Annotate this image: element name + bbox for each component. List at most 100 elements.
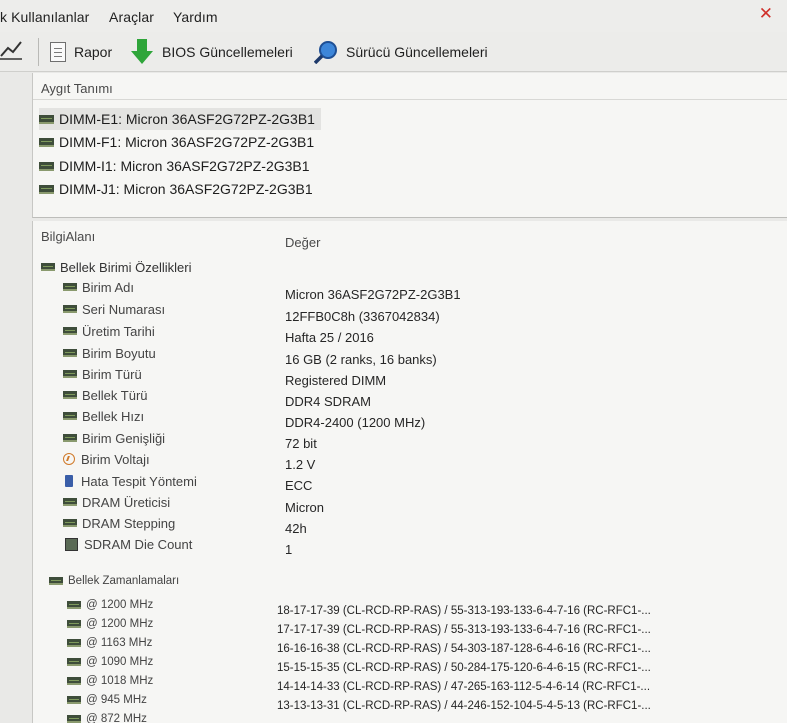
property-value: 1	[285, 541, 293, 557]
property-row[interactable]: Hata Tespit Yöntemi	[65, 471, 197, 491]
property-row[interactable]: Birim Genişliği	[63, 428, 165, 448]
property-value: Micron	[285, 499, 325, 515]
memory-module-icon	[63, 349, 77, 357]
bios-updates-button[interactable]: BIOS Güncellemeleri	[130, 39, 293, 64]
memory-module-icon	[67, 620, 81, 628]
property-value: 16 GB (2 ranks, 16 banks)	[285, 351, 437, 367]
property-label: Birim Genişliği	[82, 430, 166, 446]
device-item-dimm-e1[interactable]: DIMM-E1: Micron 36ASF2G72PZ-2G3B1	[39, 108, 321, 130]
timing-value: 16-16-16-38 (CL-RCD-RP-RAS) / 54-303-187…	[277, 643, 651, 655]
report-document-icon	[50, 42, 66, 62]
property-label: Birim Türü	[82, 366, 142, 382]
device-item-dimm-f1[interactable]: DIMM-F1: Micron 36ASF2G72PZ-2G3B1	[39, 131, 320, 153]
property-label: Üretim Tarihi	[82, 323, 155, 339]
timing-row[interactable]: @ 1200 MHz	[67, 595, 153, 615]
property-label: Birim Voltajı	[81, 451, 150, 467]
property-label: Hata Tespit Yöntemi	[81, 473, 197, 489]
device-list-panel: Aygıt Tanımı DIMM-E1: Micron 36ASF2G72PZ…	[32, 73, 787, 218]
report-button-label: Rapor	[74, 44, 113, 60]
property-label: Birim Boyutu	[82, 345, 156, 361]
property-row[interactable]: Üretim Tarihi	[63, 321, 155, 341]
toolbar-separator	[38, 38, 39, 66]
timing-label: @ 1018 MHz	[86, 675, 154, 687]
section-memory-module-properties[interactable]: Bellek Birimi Özellikleri	[41, 257, 191, 277]
device-item-label: DIMM-E1: Micron 36ASF2G72PZ-2G3B1	[59, 111, 315, 127]
property-value: 1.2 V	[285, 456, 316, 472]
field-column-header[interactable]: BilgiAlanı	[41, 229, 95, 244]
memory-module-icon	[39, 114, 54, 124]
timing-row[interactable]: @ 1090 MHz	[67, 652, 153, 672]
property-row[interactable]: DRAM Stepping	[63, 513, 175, 533]
memory-module-icon	[63, 305, 77, 313]
memory-module-icon	[67, 715, 81, 723]
menu-favorites[interactable]: k Kullanılanlar	[0, 9, 89, 25]
chip-icon	[65, 537, 78, 551]
chart-line-icon[interactable]	[0, 38, 22, 60]
property-row[interactable]: Birim Adı	[63, 277, 134, 297]
info-panel: BilgiAlanı Değer Bellek Birimi Özellikle…	[32, 221, 787, 723]
timing-row[interactable]: @ 872 MHz	[67, 709, 147, 723]
memory-module-icon	[63, 283, 77, 291]
property-label: DRAM Üreticisi	[82, 494, 171, 510]
timing-label: @ 1163 MHz	[86, 637, 153, 649]
memory-module-icon	[67, 639, 81, 647]
property-row[interactable]: Birim Voltajı	[63, 449, 150, 469]
memory-module-icon	[39, 161, 54, 171]
device-item-dimm-i1[interactable]: DIMM-I1: Micron 36ASF2G72PZ-2G3B1	[39, 155, 316, 177]
property-label: Bellek Türü	[82, 387, 148, 403]
property-label: DRAM Stepping	[82, 515, 176, 531]
timing-row[interactable]: @ 1163 MHz	[67, 633, 152, 653]
property-value: DDR4 SDRAM	[285, 393, 371, 409]
timing-value: 17-17-17-39 (CL-RCD-RP-RAS) / 55-313-193…	[277, 624, 651, 636]
property-label: Bellek Hızı	[82, 408, 145, 424]
property-value: DDR4-2400 (1200 MHz)	[285, 414, 426, 430]
property-label: Seri Numarası	[82, 301, 166, 317]
device-item-dimm-j1[interactable]: DIMM-J1: Micron 36ASF2G72PZ-2G3B1	[39, 178, 319, 200]
memory-module-icon	[41, 263, 55, 271]
property-value: 12FFB0C8h (3367042834)	[285, 308, 440, 324]
property-row[interactable]: Birim Boyutu	[63, 343, 156, 363]
value-column-header[interactable]: Değer	[285, 235, 320, 250]
property-value: Hafta 25 / 2016	[285, 329, 374, 345]
memory-module-icon	[63, 327, 77, 335]
property-value: 42h	[285, 520, 307, 536]
driver-updates-button[interactable]: Sürücü Güncellemeleri	[314, 40, 488, 64]
property-row[interactable]: SDRAM Die Count	[65, 534, 192, 554]
device-item-label: DIMM-J1: Micron 36ASF2G72PZ-2G3B1	[59, 181, 313, 197]
bios-updates-label: BIOS Güncellemeleri	[162, 44, 293, 60]
property-row[interactable]: Bellek Hızı	[63, 406, 144, 426]
device-column-header[interactable]: Aygıt Tanımı	[41, 81, 113, 96]
driver-updates-label: Sürücü Güncellemeleri	[346, 44, 488, 60]
property-row[interactable]: Birim Türü	[63, 364, 142, 384]
toolbar: Rapor BIOS Güncellemeleri Sürücü Güncell…	[0, 32, 787, 72]
memory-module-icon	[63, 519, 77, 527]
timing-label: @ 1090 MHz	[86, 656, 154, 668]
close-icon[interactable]: ✕	[759, 4, 773, 24]
timing-label: @ 872 MHz	[86, 713, 147, 723]
section-label: Bellek Birimi Özellikleri	[60, 259, 192, 275]
memory-module-icon	[63, 498, 77, 506]
memory-module-icon	[39, 184, 54, 194]
timing-label: @ 1200 MHz	[86, 599, 154, 611]
property-row[interactable]: DRAM Üreticisi	[63, 492, 170, 512]
memory-module-icon	[39, 137, 54, 147]
voltage-icon	[63, 453, 75, 465]
timing-value: 14-14-14-33 (CL-RCD-RP-RAS) / 47-265-163…	[277, 681, 651, 693]
device-item-label: DIMM-I1: Micron 36ASF2G72PZ-2G3B1	[59, 158, 310, 174]
timing-row[interactable]: @ 1200 MHz	[67, 614, 153, 634]
memory-module-icon	[67, 677, 81, 685]
menu-help[interactable]: Yardım	[173, 9, 218, 25]
property-label: Birim Adı	[82, 279, 135, 295]
timing-row[interactable]: @ 1018 MHz	[67, 671, 153, 691]
magnifier-icon	[314, 41, 337, 64]
menu-tools[interactable]: Araçlar	[109, 9, 154, 25]
section-memory-timings[interactable]: Bellek Zamanlamaları	[49, 571, 179, 591]
ecc-icon	[65, 475, 73, 487]
timing-row[interactable]: @ 945 MHz	[67, 690, 147, 710]
property-value: 72 bit	[285, 435, 317, 451]
property-row[interactable]: Seri Numarası	[63, 299, 165, 319]
memory-module-icon	[67, 658, 81, 666]
report-button[interactable]: Rapor	[50, 40, 112, 64]
memory-module-icon	[67, 601, 81, 609]
property-row[interactable]: Bellek Türü	[63, 385, 148, 405]
